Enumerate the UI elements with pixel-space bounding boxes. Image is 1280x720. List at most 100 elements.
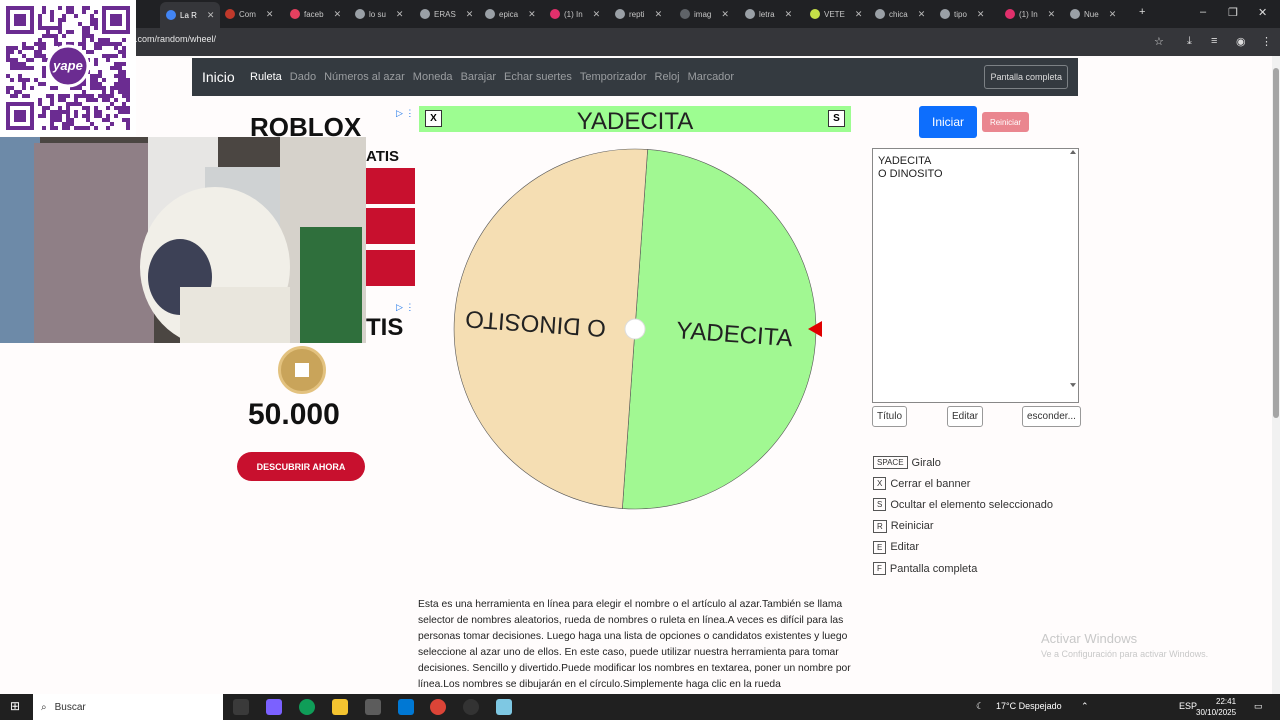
nav-brand-link[interactable]: Inicio <box>202 69 235 85</box>
app-icon[interactable] <box>496 699 512 715</box>
tab-label: La R <box>180 10 197 20</box>
notification-icon[interactable]: ▭ <box>1254 701 1263 712</box>
tab-close-icon[interactable]: ✕ <box>207 10 215 21</box>
adchoices-icon[interactable]: ▷ ⋮ <box>396 108 414 119</box>
yape-logo: yape <box>52 58 83 73</box>
file-explorer-icon[interactable] <box>332 699 348 715</box>
browser-tab[interactable]: (1) In ✕ <box>1005 4 1055 24</box>
browser-tab[interactable]: Com ✕ <box>225 4 273 24</box>
title-button[interactable]: Título <box>872 406 908 427</box>
tab-label: tipo <box>954 9 967 19</box>
close-window-button[interactable]: ✕ <box>1258 6 1267 19</box>
tab-close-icon[interactable]: ✕ <box>266 9 274 20</box>
tab-close-icon[interactable]: ✕ <box>655 9 663 20</box>
tab-close-icon[interactable]: ✕ <box>1109 9 1117 20</box>
search-icon: ⌕ <box>41 701 47 713</box>
spin-wheel[interactable]: YADECITAO DINOSITO <box>448 144 824 514</box>
store-icon[interactable] <box>365 699 381 715</box>
browser-tab[interactable]: imag ✕ <box>680 4 729 24</box>
media-icon[interactable]: ≡ <box>1211 35 1217 47</box>
tab-label: Com <box>239 9 256 19</box>
description-text: Esta es una herramienta en línea para el… <box>418 599 851 690</box>
tab-close-icon[interactable]: ✕ <box>593 9 601 20</box>
language-indicator[interactable]: ESP <box>1179 701 1197 711</box>
tab-favicon-icon <box>420 9 430 19</box>
ad-red-block[interactable] <box>366 168 415 204</box>
profile-icon[interactable]: ◉ <box>1236 35 1246 48</box>
scrollbar-thumb[interactable] <box>1273 68 1279 418</box>
top-navbar: Inicio Ruleta Dado Números al azar Moneda Ba… <box>192 58 1078 96</box>
watermark-line1: Activar Windows <box>1041 631 1138 646</box>
bookmark-star-icon[interactable]: ☆ <box>1154 35 1164 48</box>
tab-close-icon[interactable]: ✕ <box>1048 9 1056 20</box>
ad-amount: 50.000 <box>248 398 340 431</box>
chrome-icon[interactable] <box>430 699 446 715</box>
clock[interactable]: 22:41 30/10/2025 <box>1196 696 1236 718</box>
nav-link[interactable]: Moneda <box>413 71 453 83</box>
edit-button[interactable]: Editar <box>947 406 984 427</box>
browser-tab[interactable]: La R ✕ <box>160 2 221 28</box>
new-tab-button[interactable]: + <box>1139 6 1145 18</box>
tab-label: epica <box>499 9 519 19</box>
nav-link[interactable]: Marcador <box>688 71 734 83</box>
clock-time: 22:41 <box>1216 697 1237 706</box>
browser-tab[interactable]: faceb ✕ <box>290 4 341 24</box>
copilot-icon[interactable] <box>266 699 282 715</box>
nav-link[interactable]: Temporizador <box>580 71 647 83</box>
hide-button[interactable]: esconder... <box>1022 406 1081 427</box>
browser-tab[interactable]: VETE ✕ <box>810 4 862 24</box>
nav-link[interactable]: Números al azar <box>324 71 405 83</box>
browser-tab[interactable]: repti ✕ <box>615 4 662 24</box>
nav-link[interactable]: Dado <box>290 71 316 83</box>
browser-tab[interactable]: (1) In ✕ <box>550 4 600 24</box>
browser-tab[interactable]: Nue ✕ <box>1070 4 1116 24</box>
entries-textarea[interactable]: YADECITA O DINOSITO <box>872 148 1079 403</box>
hide-selected-button[interactable]: S <box>828 110 845 127</box>
nav-link[interactable]: Echar suertes <box>504 71 572 83</box>
tab-close-icon[interactable]: ✕ <box>977 9 985 20</box>
weather-text[interactable]: 17°C Despejado <box>996 701 1062 711</box>
tab-close-icon[interactable]: ✕ <box>334 9 342 20</box>
browser-tab[interactable]: epica ✕ <box>485 4 536 24</box>
tab-close-icon[interactable]: ✕ <box>855 9 863 20</box>
start-button[interactable]: Iniciar <box>919 106 977 138</box>
tab-favicon-icon <box>1070 9 1080 19</box>
browser-tab[interactable]: tipo ✕ <box>940 4 984 24</box>
url-field[interactable]: p.com/random/wheel/ <box>130 34 216 44</box>
ad-red-block[interactable] <box>366 208 415 244</box>
reset-button[interactable]: Reiniciar <box>982 112 1029 132</box>
tab-close-icon[interactable]: ✕ <box>721 9 729 20</box>
nav-link[interactable]: Barajar <box>461 71 496 83</box>
fullscreen-button[interactable]: Pantalla completa <box>984 65 1068 89</box>
download-icon[interactable]: ⤓ <box>1187 35 1192 48</box>
edge-icon[interactable] <box>299 699 315 715</box>
browser-tab[interactable]: ERAS ✕ <box>420 4 473 24</box>
minimize-button[interactable]: – <box>1200 6 1206 18</box>
tab-close-icon[interactable]: ✕ <box>528 9 536 20</box>
ad-red-block[interactable] <box>366 250 415 286</box>
tab-close-icon[interactable]: ✕ <box>396 9 404 20</box>
browser-tab[interactable]: lo su ✕ <box>355 4 403 24</box>
windows-start-icon[interactable]: ⊞ <box>10 699 20 713</box>
browser-tab[interactable]: chica ✕ <box>875 4 925 24</box>
nav-link[interactable]: Reloj <box>655 71 680 83</box>
tab-close-icon[interactable]: ✕ <box>466 9 474 20</box>
tab-label: letra <box>759 9 775 19</box>
page-scrollbar[interactable] <box>1272 56 1280 694</box>
menu-icon[interactable]: ⋮ <box>1261 35 1272 48</box>
textarea-scrollbar[interactable] <box>1068 149 1078 402</box>
outlook-icon[interactable] <box>398 699 414 715</box>
maximize-button[interactable]: ❐ <box>1228 6 1238 19</box>
shortcut-label: Pantalla completa <box>889 562 978 575</box>
tray-chevron-icon[interactable]: ⌃ <box>1081 701 1089 712</box>
browser-tab[interactable]: letra ✕ <box>745 4 792 24</box>
taskbar-search[interactable]: ⌕ Buscar <box>33 694 223 720</box>
adchoices-icon[interactable]: ▷ ⋮ <box>396 302 414 313</box>
task-view-icon[interactable] <box>233 699 249 715</box>
nav-link[interactable]: Ruleta <box>250 71 282 83</box>
ad-cta-button[interactable]: DESCUBRIR AHORA <box>237 452 365 481</box>
robux-coin-icon <box>278 346 326 394</box>
tab-close-icon[interactable]: ✕ <box>918 9 926 20</box>
tab-close-icon[interactable]: ✕ <box>785 9 793 20</box>
obs-icon[interactable] <box>463 699 479 715</box>
